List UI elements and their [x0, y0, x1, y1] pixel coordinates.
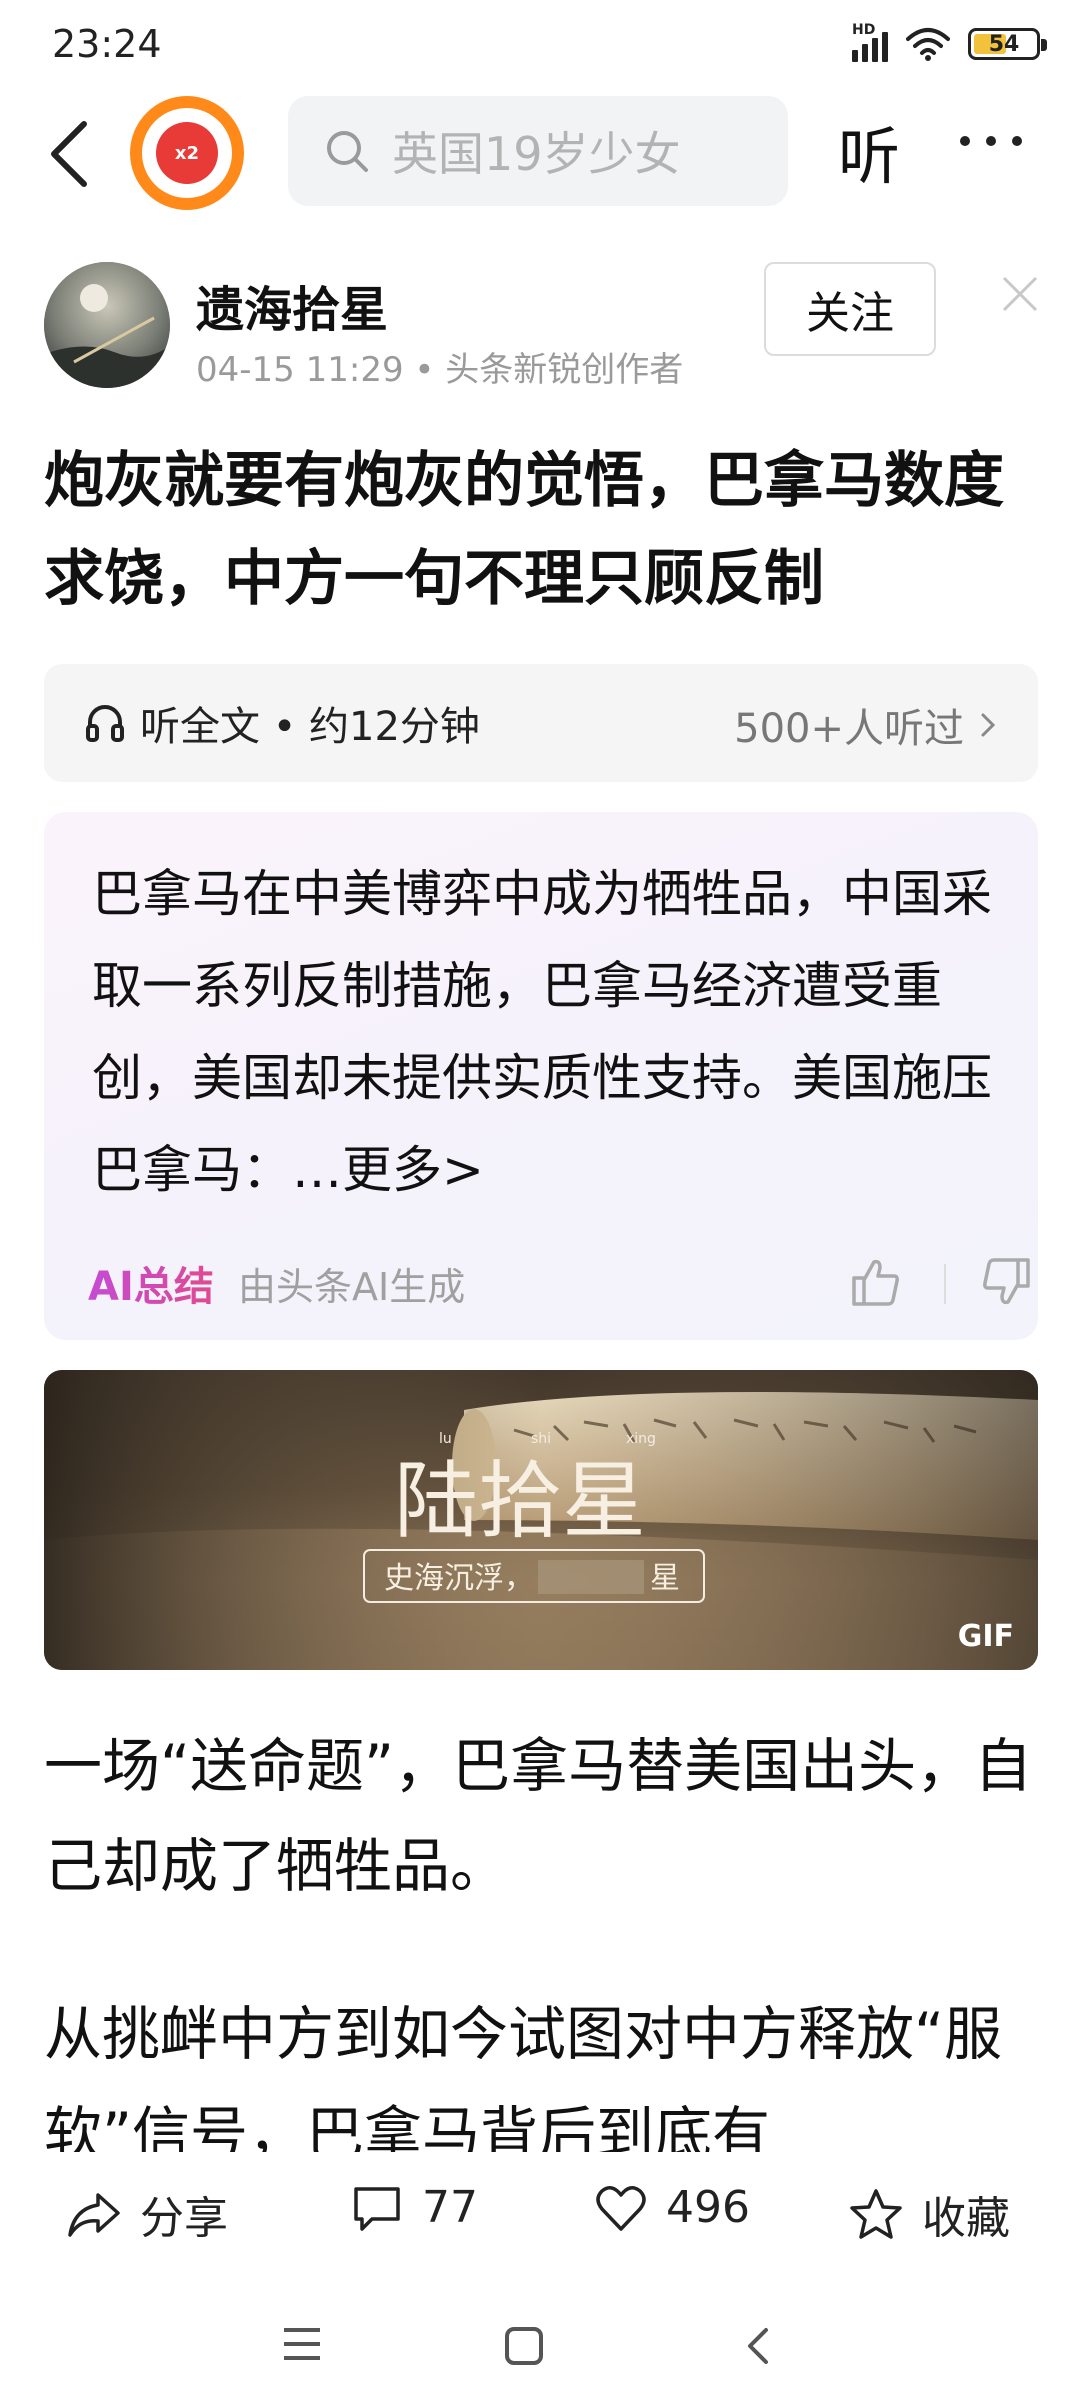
wifi-icon [906, 28, 950, 61]
battery-level: 54 [988, 31, 1020, 57]
comment-button[interactable]: 77 [350, 2182, 478, 2233]
thumbs-down-icon [983, 1258, 1030, 1305]
author-name[interactable]: 遗海拾星 [196, 270, 388, 340]
chevron-right-icon [981, 713, 996, 737]
listen-count: 500+人听过 [734, 706, 964, 752]
close-button[interactable] [998, 272, 1042, 316]
article-title: 炮灰就要有炮灰的觉悟，巴拿马数度求饶，中方一句不理只顾反制 [44, 446, 1004, 614]
share-button[interactable]: 分享 [66, 2182, 228, 2246]
author-meta: 04-15 11:29 • 头条新锐创作者 [196, 350, 684, 390]
home-square-icon [505, 2327, 543, 2365]
status-icons: HD 54 [852, 22, 1047, 62]
ai-summary-label: AI总结 [88, 1254, 214, 1312]
thumbs-up-icon [852, 1259, 899, 1306]
article-banner-gif[interactable]: lu shi xing 陆拾星 史海沉浮， 星 GIF [44, 1370, 1038, 1670]
comment-icon [354, 2186, 400, 2231]
favorite-button[interactable]: 收藏 [848, 2182, 1010, 2246]
ai-summary-text[interactable]: 巴拿马在中美博弈中成为牺牲品，中国采取一系列反制措施，巴拿马经济遭受重创，美国却… [92, 848, 992, 1216]
signal-icon: HD [852, 22, 888, 62]
back-button[interactable] [40, 114, 100, 194]
banner-pinyin-3: xing [626, 1431, 656, 1447]
share-icon [68, 2193, 120, 2237]
like-count: 496 [666, 2182, 750, 2233]
listen-button[interactable]: 听 [838, 106, 900, 196]
search-placeholder: 英国19岁少女 [392, 127, 681, 181]
home-button[interactable] [504, 2326, 544, 2370]
search-icon [327, 131, 368, 172]
banner-title: 陆拾星 [394, 1452, 646, 1550]
chevron-left-icon [748, 2328, 768, 2364]
like-button[interactable]: 496 [594, 2182, 750, 2233]
author-row: 遗海拾星 04-15 11:29 • 头条新锐创作者 关注 [0, 262, 1080, 392]
follow-button[interactable]: 关注 [764, 262, 936, 356]
close-icon [1002, 276, 1038, 312]
more-icon [960, 136, 970, 146]
thumbs-up-button[interactable] [848, 1254, 904, 1310]
network-label: HD [852, 22, 876, 38]
menu-icon [284, 2328, 320, 2360]
comment-count: 77 [422, 2182, 478, 2233]
battery-icon: 54 [968, 28, 1047, 60]
bottom-action-bar: 分享 77 496 收藏 [0, 2152, 1080, 2270]
listen-full-text-bar[interactable]: 听全文 • 约12分钟 500+人听过 [44, 664, 1038, 782]
reward-multiplier: x2 [174, 142, 200, 164]
heart-icon [596, 2185, 646, 2231]
ai-summary-body: 巴拿马在中美博弈中成为牺牲品，中国采取一系列反制措施，巴拿马经济遭受重创，美国却… [92, 865, 992, 1199]
banner-image: lu shi xing 陆拾星 史海沉浮， 星 [44, 1370, 1038, 1670]
more-options-button[interactable] [960, 136, 1022, 146]
ai-summary-card: 巴拿马在中美博弈中成为牺牲品，中国采取一系列反制措施，巴拿马经济遭受重创，美国却… [44, 812, 1038, 1340]
thumbs-down-button[interactable] [978, 1254, 1034, 1310]
status-bar: 23:24 HD 54 [0, 0, 1080, 96]
article-paragraph: 一场“送命题”，巴拿马替美国出头，自己却成了牺牲品。 [44, 1732, 1033, 1900]
share-label: 分享 [140, 2193, 228, 2244]
avatar[interactable] [44, 262, 170, 388]
ai-summary-more-link[interactable]: …更多> [292, 1141, 484, 1199]
ai-summary-footer: AI总结 由头条AI生成 [88, 1254, 1030, 1314]
listen-label: 听全文 • 约12分钟 [140, 704, 480, 750]
red-envelope-icon: x2 [156, 122, 218, 184]
chevron-left-icon [51, 121, 87, 187]
ai-summary-source: 由头条AI生成 [238, 1265, 466, 1309]
system-back-button[interactable] [744, 2326, 772, 2370]
reward-badge[interactable]: x2 [130, 96, 244, 210]
status-time: 23:24 [52, 22, 162, 66]
system-navigation-bar [0, 2290, 1080, 2400]
top-nav-bar: x2 英国19岁少女 听 [0, 96, 1080, 216]
banner-subtitle: 史海沉浮， [384, 1561, 534, 1596]
headphones-icon [86, 705, 124, 742]
banner-subtitle-end: 星 [650, 1561, 680, 1596]
banner-pinyin-1: lu [439, 1431, 452, 1447]
star-icon [850, 2189, 902, 2239]
recent-apps-button[interactable] [282, 2326, 322, 2366]
search-input[interactable]: 英国19岁少女 [288, 96, 788, 206]
gif-label: GIF [957, 1619, 1014, 1654]
favorite-label: 收藏 [922, 2193, 1010, 2244]
banner-pinyin-2: shi [531, 1431, 551, 1447]
